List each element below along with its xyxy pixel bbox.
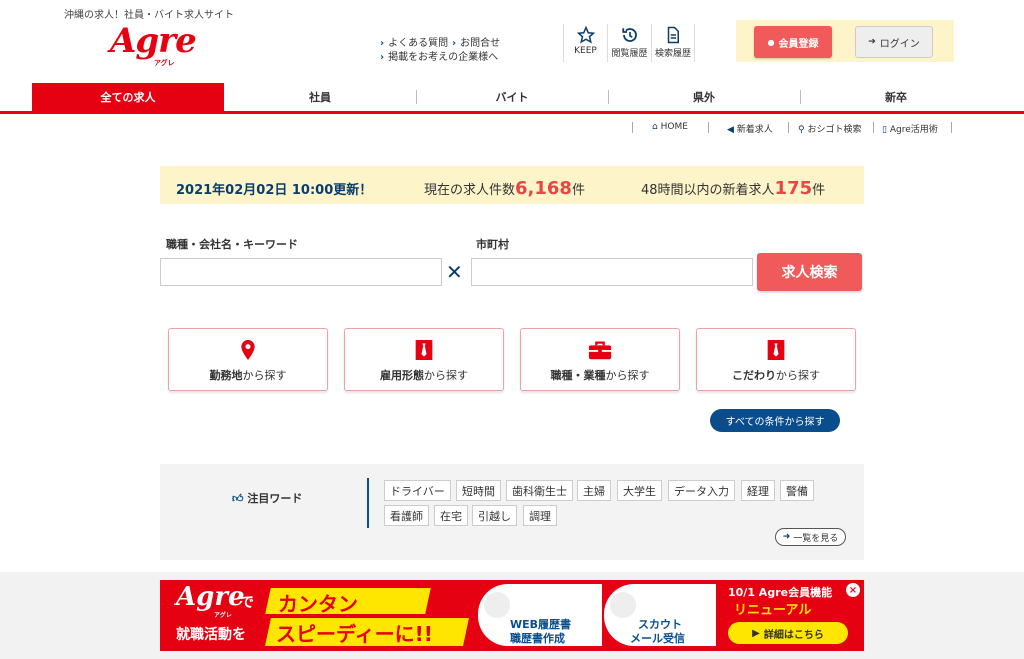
resume-icon [484,592,510,618]
banner-line2: 就職活動を [176,627,246,643]
job-search-link[interactable]: ⚲ おシゴト検索 [798,122,861,135]
site-logo[interactable]: Agre アグレ [110,21,197,67]
keyword-tag[interactable]: 主婦 [577,480,611,501]
arrow-right-circle-icon: ➜ [782,532,791,542]
banner-renewal: リニューアル [734,603,812,618]
faq-link[interactable]: › よくある質問 [380,34,448,49]
site-tagline: 沖縄の求人！社員・バイト求人サイト [64,10,234,21]
close-icon[interactable]: × [846,583,860,597]
total-jobs-count: 6,168 [515,178,572,199]
search-by-occupation-card[interactable]: 職種・業種から探す [520,328,680,391]
logo-kana: アグレ [154,59,175,67]
history-icon [621,28,637,42]
map-pin-icon [241,340,255,360]
membership-banner[interactable]: Agre アグレ で 就職活動を カンタン スピーディーに!! WEB履歴書 職… [160,580,864,651]
chevron-right-icon: › [380,52,385,63]
new-jobs-link[interactable]: ◀ 新着求人 [727,122,773,135]
banner-work-history: 職歴書作成 [510,632,565,645]
all-conditions-button[interactable]: すべての条件から探す [710,409,840,432]
logo-text: Agre [110,21,197,61]
home-icon: ⌂ [652,122,658,132]
new-jobs-count: 175 [774,178,813,199]
sublink-divider [951,122,952,133]
tie-icon [415,340,433,360]
sublink-divider [788,122,789,133]
keyword-tag[interactable]: 在宅 [434,505,468,526]
keyword-tag[interactable]: データ入力 [668,480,735,501]
briefcase-icon [588,341,612,360]
view-history-button[interactable]: 閲覧履歴 [607,24,651,62]
attention-divider [367,478,369,528]
banner-scout-mail: メール受信 [630,632,685,645]
new-jobs-48h: 48時間以内の新着求人175件 [641,178,826,199]
tab-new-graduates[interactable]: 新卒 [800,83,992,111]
keyword-tag[interactable]: ドライバー [384,480,451,501]
tab-full-time[interactable]: 社員 [224,83,416,111]
keyword-tag[interactable]: 引越し [472,505,517,526]
keyword-label: 職種・会社名・キーワード [166,238,298,251]
last-updated: 2021年02月02日 10:00更新！ [176,183,373,198]
keyword-tag[interactable]: 警備 [780,480,814,501]
search-history-button[interactable]: 検索履歴 [651,24,695,62]
thumbs-up-icon: 👍︎ [232,492,244,505]
main-nav: 全ての求人 社員 バイト 県外 新卒 [0,83,1024,114]
search-by-employment-card[interactable]: 雇用形態から探す [344,328,504,391]
document-icon [667,26,679,44]
keyword-tag[interactable]: 大学生 [617,480,662,501]
cross-icon: ✕ [446,260,463,284]
sublink-divider [708,122,709,133]
scout-icon [610,592,636,618]
megaphone-icon: ◀ [727,125,734,135]
keyword-tag[interactable]: 看護師 [384,505,429,526]
login-icon: ➔ [868,37,876,47]
keyword-tag[interactable]: 歯科衛生士 [506,480,573,501]
keyword-input[interactable] [160,258,442,286]
home-link[interactable]: ⌂ HOME [652,122,688,132]
keyword-tag[interactable]: 経理 [741,480,775,501]
tab-outside-prefecture[interactable]: 県外 [608,83,800,111]
city-input[interactable] [471,258,753,286]
attention-words-label: 👍︎ 注目ワード [232,492,303,505]
sublink-divider [632,122,633,133]
search-button[interactable]: 求人検索 [757,253,862,291]
search-by-location-card[interactable]: 勤務地から探す [168,328,328,391]
view-all-words-button[interactable]: ➜ 一覧を見る [775,528,846,546]
total-jobs: 現在の求人件数6,168件 [424,178,585,199]
keep-button[interactable]: KEEP [563,24,607,62]
city-label: 市町村 [476,238,509,251]
tie-icon [767,340,785,360]
login-button[interactable]: ➔ ログイン [855,26,933,58]
banner-speedy: スピーディーに!! [276,622,433,646]
tab-all-jobs[interactable]: 全ての求人 [32,83,224,111]
search-by-preference-card[interactable]: こだわりから探す [696,328,856,391]
play-icon: ▶ [752,627,760,639]
keyword-tag[interactable]: 調理 [523,505,557,526]
keyword-tag[interactable]: 短時間 [456,480,501,501]
tab-part-time[interactable]: バイト [416,83,608,111]
banner-kantan: カンタン [278,592,358,616]
sublink-divider [873,122,874,133]
banner-logo: Agre [176,582,245,612]
banner-detail-button[interactable]: ▶ 詳細はこちら [728,622,848,644]
banner-logo-kana: アグレ [214,612,232,619]
advertise-link[interactable]: › 掲載をお考えの企業様へ [380,48,498,63]
star-icon [576,26,595,44]
user-icon: ● [767,37,775,47]
search-icon: ⚲ [798,125,805,135]
banner-de: で [240,595,254,611]
contact-link[interactable]: › お問合せ [452,34,500,49]
phone-icon: ▯ [882,125,887,135]
banner-notice: 10/1 Agre会員機能 [728,586,833,599]
register-button[interactable]: ● 会員登録 [754,26,832,58]
agre-tips-link[interactable]: ▯ Agre活用術 [882,122,938,135]
